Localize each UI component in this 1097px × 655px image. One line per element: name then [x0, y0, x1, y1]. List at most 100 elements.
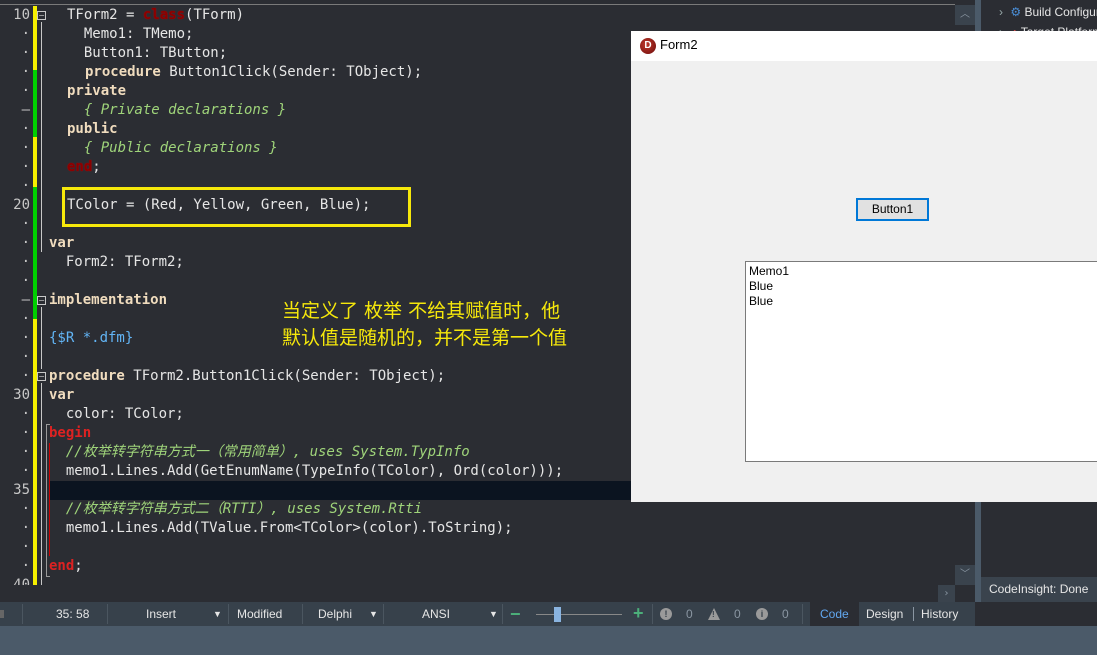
keyword: end	[49, 558, 75, 574]
zoom-slider-thumb[interactable]	[554, 607, 561, 622]
code-line: begin	[49, 425, 92, 441]
form2-titlebar[interactable]: D Form2	[631, 31, 1097, 61]
code-text: Button1Click(Sender: TObject);	[160, 64, 423, 80]
delphi-app-icon: D	[640, 38, 656, 54]
code-comment: //枚举转字符串方式二（RTTI）, uses System.Rtti	[49, 501, 423, 517]
separator	[228, 604, 229, 624]
memo-line: Blue	[749, 279, 774, 293]
annotation-line: 当定义了 枚举 不给其赋值时，他	[282, 300, 561, 322]
button1[interactable]: Button1	[856, 198, 929, 221]
line-number: ·	[21, 235, 30, 251]
form2-window[interactable]: D Form2 Button1 Memo1 Blue Blue	[631, 31, 1097, 502]
separator	[302, 604, 303, 624]
change-bar-saved	[33, 70, 37, 137]
error-icon[interactable]: !	[660, 608, 672, 620]
line-number: ·	[21, 539, 30, 555]
fold-line	[41, 22, 42, 252]
fold-toggle-implementation[interactable]: −	[37, 296, 46, 305]
annotation-highlight-box	[62, 187, 411, 227]
line-number: 20	[13, 197, 30, 213]
line-number: ·	[21, 520, 30, 536]
code-line: color: TColor;	[49, 406, 184, 422]
code-text: (TForm)	[185, 7, 245, 23]
line-number: ·	[21, 558, 30, 574]
encoding-dropdown-icon[interactable]: ▼	[489, 602, 498, 626]
line-number: 30	[13, 387, 30, 403]
line-number: –	[21, 292, 30, 308]
code-line: var	[49, 387, 75, 403]
code-text: ;	[92, 159, 101, 175]
hint-count: 0	[782, 607, 789, 621]
info-icon[interactable]: i	[756, 608, 768, 620]
tab-history[interactable]: History	[911, 602, 968, 626]
code-line: memo1.Lines.Add(TValue.From<TColor>(colo…	[49, 520, 513, 536]
modified-status: Modified	[237, 607, 283, 621]
tree-item-build-configurations[interactable]: › ⚙ Build Configurations	[999, 1, 1097, 23]
status-grip	[0, 610, 4, 618]
fold-toggle-procedure[interactable]: −	[37, 372, 46, 381]
change-bar-unsaved	[33, 137, 37, 187]
zoom-in-icon[interactable]: +	[633, 602, 647, 626]
fold-toggle-class[interactable]: −	[37, 11, 46, 20]
insert-mode-dropdown-icon[interactable]: ▼	[213, 602, 222, 626]
code-line: TForm2 = class(TForm)	[67, 6, 244, 25]
keyword: procedure	[49, 368, 125, 384]
zoom-slider-track[interactable]	[536, 614, 622, 615]
line-number: ·	[21, 83, 30, 99]
line-number: ·	[21, 463, 30, 479]
line-number: 35	[13, 482, 30, 498]
line-number: ·	[21, 140, 30, 156]
tab-code[interactable]: Code	[810, 602, 859, 626]
annotation-line: 默认值是随机的，并不是第一个值	[282, 327, 568, 349]
encoding[interactable]: ANSI	[422, 602, 450, 626]
line-number: ·	[21, 406, 30, 422]
memo-line: Blue	[749, 294, 774, 308]
code-text: TForm2 =	[67, 7, 143, 23]
editor-status-bar: 35: 58 Insert ▼ Modified Delphi ▼ ANSI ▼…	[0, 602, 975, 626]
keyword: end	[67, 159, 93, 175]
line-number: ·	[21, 216, 30, 232]
separator	[652, 604, 653, 624]
code-line: Button1: TButton;	[67, 45, 228, 61]
code-text: ;	[74, 558, 83, 574]
language[interactable]: Delphi	[318, 602, 352, 626]
chevron-right-icon[interactable]: ›	[999, 5, 1003, 19]
separator	[502, 604, 503, 624]
form2-title: Form2	[660, 37, 698, 52]
code-line: memo1.Lines.Add(GetEnumName(TypeInfo(TCo…	[49, 463, 564, 479]
change-bar-unsaved	[33, 319, 37, 585]
codeinsight-status: CodeInsight: Done	[981, 577, 1097, 602]
line-number: ·	[21, 311, 30, 327]
editor-top-strip	[0, 0, 975, 5]
scroll-up-icon[interactable]: ︿	[955, 5, 975, 25]
tab-design[interactable]: Design	[856, 602, 913, 626]
fold-line	[41, 307, 42, 369]
fold-line	[41, 383, 42, 585]
line-number: ·	[21, 349, 30, 365]
line-number: ·	[21, 425, 30, 441]
memo1[interactable]: Memo1 Blue Blue	[745, 261, 1097, 462]
warning-icon[interactable]: !	[708, 608, 720, 620]
line-number: ·	[21, 45, 30, 61]
line-number: ·	[21, 368, 30, 384]
error-count: 0	[686, 607, 693, 621]
insert-mode[interactable]: Insert	[146, 602, 176, 626]
separator	[107, 604, 108, 624]
code-comment: //枚举转字符串方式一（常用简单）, uses System.TypInfo	[49, 444, 470, 460]
annotation-text: 当定义了 枚举 不给其赋值时，他 默认值是随机的，并不是第一个值	[282, 298, 567, 352]
code-line: procedure TForm2.Button1Click(Sender: TO…	[49, 367, 445, 386]
scroll-right-icon[interactable]: ›	[938, 585, 955, 602]
code-line: implementation	[49, 292, 168, 308]
separator	[22, 604, 23, 624]
line-number: ·	[21, 273, 30, 289]
scroll-down-icon[interactable]: ﹀	[955, 565, 975, 585]
line-number: ·	[21, 121, 30, 137]
zoom-out-icon[interactable]: −	[510, 602, 524, 626]
code-comment: { Private declarations }	[67, 102, 287, 118]
separator	[802, 604, 803, 624]
language-dropdown-icon[interactable]: ▼	[369, 602, 378, 626]
line-number: ·	[21, 444, 30, 460]
compiler-directive: {$R *.dfm}	[49, 330, 134, 346]
code-line: end;	[49, 557, 83, 576]
keyword: procedure	[85, 64, 161, 80]
